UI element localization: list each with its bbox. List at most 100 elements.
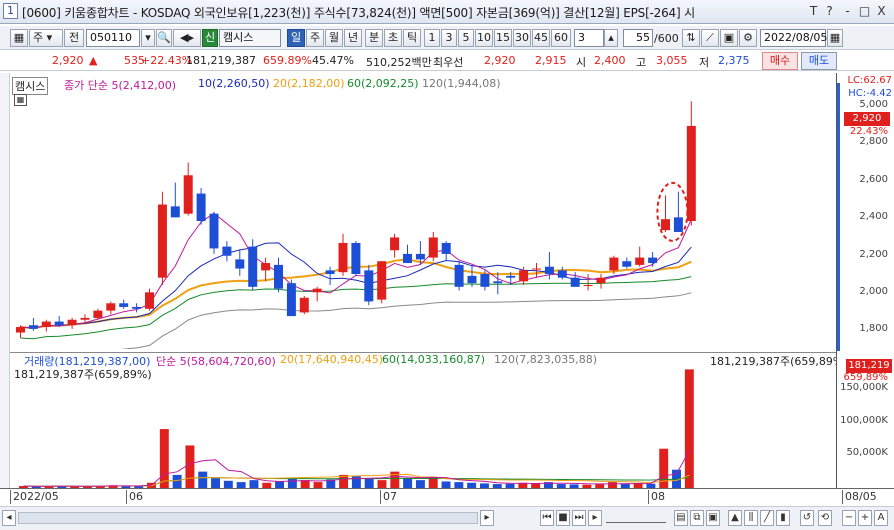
candle-body bbox=[274, 264, 283, 289]
minimize-icon[interactable]: - bbox=[840, 3, 855, 19]
grid-menu-icon[interactable]: ▦ bbox=[10, 29, 28, 47]
hc-label: HC:-4.42 bbox=[848, 88, 892, 99]
x-label-may: 2022/05 bbox=[10, 490, 59, 504]
candle-body bbox=[544, 266, 554, 275]
price-axis: LC:62.67 HC:-4.42 5,000 2,920 22.43% 2,8… bbox=[836, 73, 894, 351]
candle-body bbox=[557, 270, 567, 278]
tick-2600: 2,600 bbox=[859, 174, 888, 185]
calendar-icon[interactable]: ▦ bbox=[827, 29, 843, 47]
candle-body bbox=[570, 277, 580, 287]
candle-body bbox=[235, 259, 245, 269]
candle-body bbox=[325, 270, 335, 275]
interval-10[interactable]: 10 bbox=[475, 29, 493, 47]
price-chart[interactable] bbox=[10, 93, 836, 349]
legend-vol-ma20: 20(17,640,940,45) bbox=[280, 353, 384, 366]
volume-bar bbox=[364, 478, 374, 488]
high-label: 고 bbox=[636, 56, 647, 69]
new-stock-badge: 신 bbox=[202, 29, 218, 47]
candle-body bbox=[286, 283, 296, 317]
first-page-icon[interactable]: ⏮ bbox=[540, 510, 554, 526]
next-page-icon[interactable]: ⏭ bbox=[572, 510, 586, 526]
maximize-icon[interactable]: □ bbox=[857, 3, 872, 19]
candle-body bbox=[673, 217, 683, 232]
close-icon[interactable]: X bbox=[874, 3, 889, 19]
gear-icon[interactable]: ⚙ bbox=[739, 29, 757, 47]
scroll-left-icon[interactable]: ◂ bbox=[2, 510, 16, 526]
reset-icon[interactable]: ↺ bbox=[800, 510, 814, 526]
period-month[interactable]: 월 bbox=[325, 29, 343, 47]
interval-60[interactable]: 60 bbox=[551, 29, 571, 47]
volume-bar bbox=[249, 480, 259, 488]
bar-tool-icon[interactable]: ▮ bbox=[776, 510, 790, 526]
period-year[interactable]: 년 bbox=[344, 29, 362, 47]
zoom-in-icon[interactable]: ▲ bbox=[728, 510, 742, 526]
copy-icon[interactable]: ⧉ bbox=[690, 510, 704, 526]
interval-5[interactable]: 5 bbox=[458, 29, 474, 47]
low-price: 2,375 bbox=[718, 54, 750, 67]
help-icon[interactable]: ? bbox=[822, 3, 837, 19]
chart-tool-icon[interactable]: ⟋ bbox=[701, 29, 719, 47]
candle-body bbox=[532, 268, 541, 270]
legend-ma10: 10(2,260,50) bbox=[198, 77, 270, 90]
interval-3[interactable]: 3 bbox=[441, 29, 457, 47]
speed-slider[interactable] bbox=[606, 513, 666, 523]
period-second[interactable]: 초 bbox=[384, 29, 402, 47]
current-price: 2,920 bbox=[52, 54, 84, 67]
best-bid: 2,920 bbox=[484, 54, 516, 67]
font-size-icon[interactable]: A bbox=[874, 510, 888, 526]
stop-icon[interactable]: ■ bbox=[556, 510, 570, 526]
candle-body bbox=[41, 321, 51, 328]
volume-bar bbox=[159, 429, 169, 488]
candle-body bbox=[145, 292, 154, 309]
interval-15[interactable]: 15 bbox=[494, 29, 512, 47]
bottom-controls: ◂ ▸ ⏮ ■ ⏭ ▸ ▤ ⧉ ▣ ▲ ⫼ ╱ ▮ ↺ ⟲ − + A bbox=[0, 506, 894, 530]
interval-1[interactable]: 1 bbox=[424, 29, 440, 47]
candle-body bbox=[467, 275, 477, 284]
zoom-in-button[interactable]: + bbox=[858, 510, 872, 526]
code-dropdown-icon[interactable]: ▾ bbox=[141, 29, 155, 47]
period-minute[interactable]: 분 bbox=[365, 29, 383, 47]
scroll-right-icon[interactable]: ▸ bbox=[480, 510, 494, 526]
line-tool-icon[interactable]: ╱ bbox=[760, 510, 774, 526]
period-day[interactable]: 일 bbox=[287, 29, 305, 47]
interval-45[interactable]: 45 bbox=[532, 29, 550, 47]
save-icon[interactable]: ▣ bbox=[720, 29, 738, 47]
restore-icon[interactable]: ⟲ bbox=[818, 510, 832, 526]
search-icon[interactable]: 🔍 bbox=[156, 29, 172, 47]
scroll-track[interactable] bbox=[18, 512, 478, 524]
type-select-value: 주 bbox=[33, 31, 44, 44]
candle-body bbox=[93, 310, 103, 318]
interval-spin-icon[interactable]: ▴ bbox=[604, 29, 618, 47]
sell-button[interactable]: 매도 bbox=[801, 52, 837, 70]
sound-icon[interactable]: ◀▸ bbox=[173, 29, 201, 47]
buy-button[interactable]: 매수 bbox=[762, 52, 798, 70]
x-label-last: 08/05 bbox=[842, 490, 877, 504]
text-tool-icon[interactable]: T bbox=[806, 3, 821, 19]
volume-bar bbox=[300, 480, 310, 488]
date-input[interactable]: 2022/08/05 bbox=[760, 29, 827, 47]
link-icon[interactable]: ⇅ bbox=[682, 29, 700, 47]
volume-bar bbox=[377, 480, 387, 488]
ma120-line bbox=[120, 292, 692, 349]
volume-bar bbox=[211, 478, 221, 488]
chart-type-icon[interactable]: ⫼ bbox=[744, 510, 758, 526]
image-icon[interactable]: ▣ bbox=[706, 510, 720, 526]
bar-count-input[interactable]: 55 bbox=[623, 29, 653, 47]
volume-bar bbox=[287, 478, 297, 488]
period-tick[interactable]: 틱 bbox=[403, 29, 421, 47]
tick-2000: 2,000 bbox=[859, 286, 888, 297]
period-week[interactable]: 주 bbox=[306, 29, 324, 47]
type-select[interactable]: 주 ▾ bbox=[29, 29, 63, 47]
prev-button[interactable]: 전 bbox=[64, 29, 84, 47]
candle-body bbox=[661, 219, 670, 231]
zoom-out-button[interactable]: − bbox=[842, 510, 856, 526]
interval-input[interactable]: 3 bbox=[574, 29, 604, 47]
quote-bar: 2,920 ▲ 535 +22.43% 181,219,387 659.89% … bbox=[0, 51, 894, 71]
bar-count-total: /600 bbox=[654, 32, 679, 45]
play-icon[interactable]: ▸ bbox=[588, 510, 602, 526]
turnover-rate: 45.47% bbox=[312, 54, 354, 67]
candle-body bbox=[609, 257, 619, 271]
interval-30[interactable]: 30 bbox=[513, 29, 531, 47]
split-view-icon[interactable]: ▤ bbox=[674, 510, 688, 526]
stock-code-input[interactable]: 050110 bbox=[86, 29, 140, 47]
